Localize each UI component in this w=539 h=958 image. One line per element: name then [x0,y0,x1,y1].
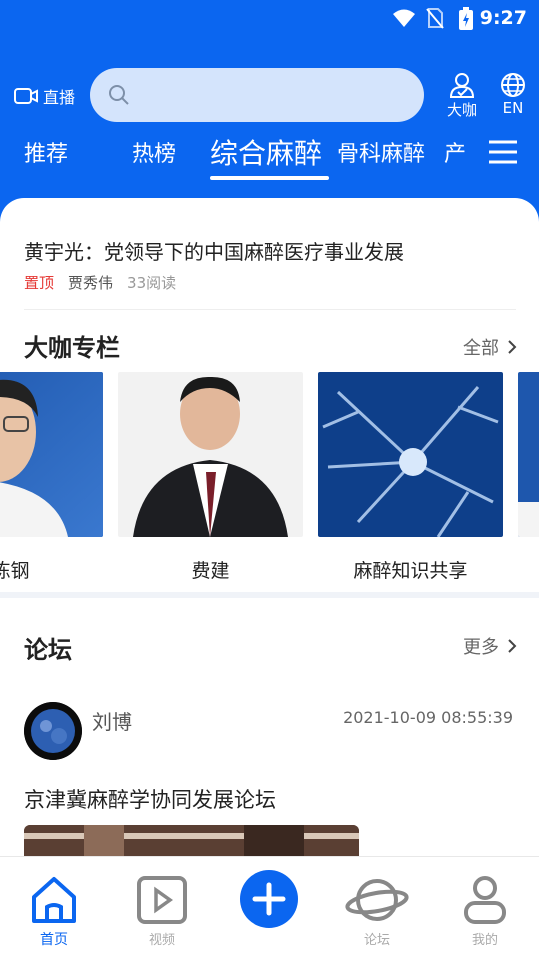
chevron-right-icon [508,340,517,354]
live-label: 直播 [43,88,76,107]
expert-card[interactable]: 费建 [118,372,303,582]
live-button[interactable]: 直播 [14,84,75,108]
globe-icon [501,73,525,97]
expert-photo [0,372,103,537]
expert-user-icon [449,73,475,98]
tab-obstetric[interactable]: 产 [444,136,466,168]
forum-more-label: 更多 [463,637,499,658]
experts-section-title: 大咖专栏 [24,334,120,362]
content-sheet: 黄宇光：党领导下的中国麻醉医疗事业发展 置顶 贾秀伟 33阅读 大咖专栏 全部 [0,198,539,858]
article-author: 贾秀伟 [68,274,114,292]
section-gap [0,592,539,598]
experts-more-label: 全部 [463,338,499,359]
article-title[interactable]: 黄宇光：党领导下的中国麻醉医疗事业发展 [24,236,404,265]
language-button[interactable]: EN [498,72,528,117]
no-sim-icon [426,8,444,29]
expert-photo [318,372,503,537]
expert-photo [118,372,303,537]
pinned-badge: 置顶 [24,274,55,292]
category-tabs: 推荐 热榜 综合麻醉 骨科麻醉 产 [0,130,539,180]
nav-video-label: 视频 [148,933,175,948]
nav-forum-label: 论坛 [363,933,390,948]
video-icon [137,876,187,924]
expert-card[interactable] [518,372,539,537]
expert-name: 费建 [191,560,230,582]
nav-video[interactable]: 视频 [108,857,216,958]
expert-photo [518,372,539,537]
article-meta: 置顶 贾秀伟 33阅读 [24,272,176,293]
experts-label: 大咖 [446,101,477,119]
nav-home-label: 首页 [40,932,68,948]
post-datetime: 2021-10-09 08:55:39 [343,708,513,727]
tab-orthopedic-anesthesia[interactable]: 骨科麻醉 [337,136,425,168]
status-time: 9:27 [479,7,527,29]
expert-card[interactable]: 麻醉知识共享 [318,372,503,582]
home-icon [32,877,76,923]
battery-icon [459,7,473,30]
search-icon [109,85,129,105]
wifi-icon [393,9,415,27]
post-username[interactable]: 刘博 [92,706,132,735]
tab-general-anesthesia[interactable]: 综合麻醉 [210,132,322,172]
article-reads: 33阅读 [127,274,177,292]
avatar[interactable] [24,702,82,760]
expert-name: 陈钢 [0,560,30,582]
forum-more-button[interactable]: 更多 [463,633,517,659]
user-icon [464,876,506,924]
nav-forum[interactable]: 论坛 [323,857,431,958]
search-input[interactable] [90,68,424,122]
expert-card[interactable]: 陈钢 [0,372,103,582]
plus-icon [252,882,286,916]
nav-mine-label: 我的 [471,933,498,948]
experts-carousel[interactable]: 陈钢 费建 麻醉知识共享 [0,372,539,592]
post-image[interactable] [24,825,359,858]
divider [24,309,516,310]
experts-more-button[interactable]: 全部 [463,334,517,360]
nav-home[interactable]: 首页 [0,857,108,958]
chevron-right-icon [508,639,517,653]
active-tab-indicator [210,176,329,180]
menu-icon[interactable] [489,140,517,164]
status-bar: 9:27 [0,0,539,38]
tab-recommend[interactable]: 推荐 [24,136,68,168]
post-title[interactable]: 京津冀麻醉学协同发展论坛 [24,784,276,814]
experts-button[interactable]: 大咖 [444,72,480,120]
forum-section-title: 论坛 [24,636,72,664]
tab-hot[interactable]: 热榜 [132,136,176,168]
language-label: EN [502,99,524,117]
add-post-button[interactable] [240,870,298,928]
expert-name: 麻醉知识共享 [353,560,468,582]
video-camera-icon [14,88,38,104]
nav-mine[interactable]: 我的 [431,857,539,958]
planet-icon [345,879,409,921]
